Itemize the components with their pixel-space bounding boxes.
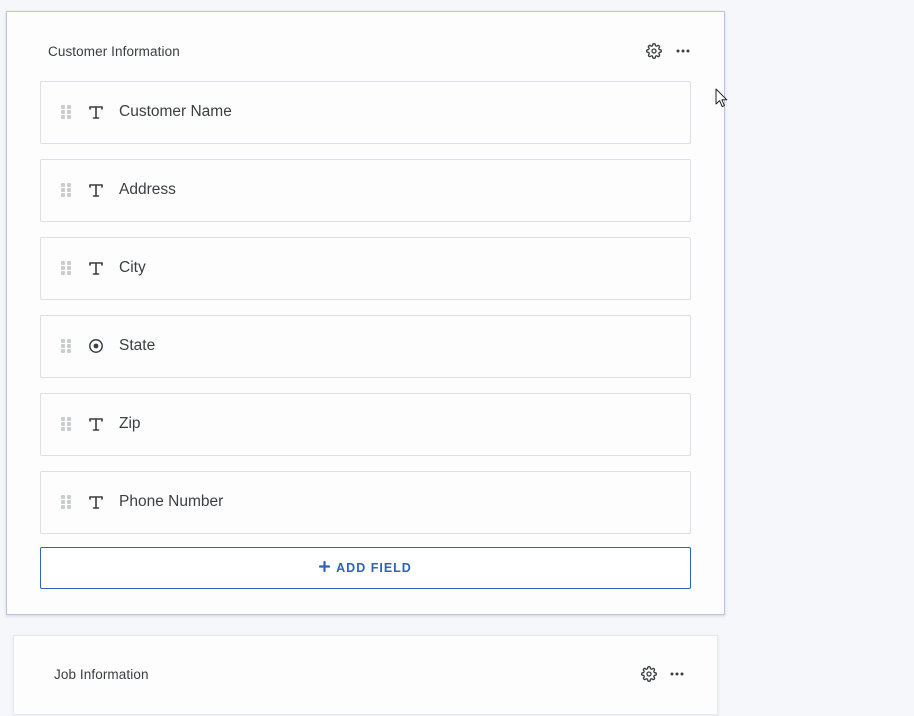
- more-horizontal-icon[interactable]: [673, 41, 693, 61]
- drag-handle-icon[interactable]: [61, 495, 71, 509]
- field-label: Phone Number: [119, 493, 224, 510]
- gear-icon[interactable]: [644, 41, 664, 61]
- add-field-label: ADD FIELD: [336, 561, 412, 575]
- text-type-icon: [87, 493, 105, 511]
- more-horizontal-icon[interactable]: [667, 664, 687, 684]
- drag-handle-icon[interactable]: [61, 339, 71, 353]
- field-label: City: [119, 259, 146, 276]
- section-card-job-information[interactable]: Job Information: [13, 635, 718, 715]
- field-label: State: [119, 337, 156, 354]
- field-label: Zip: [119, 415, 141, 432]
- section-card-customer-information[interactable]: Customer Information Customer Name Addre…: [6, 11, 725, 615]
- text-type-icon: [87, 259, 105, 277]
- add-field-button[interactable]: ADD FIELD: [40, 547, 691, 589]
- section-header: Job Information: [14, 636, 717, 716]
- field-row-city[interactable]: City: [40, 237, 691, 300]
- field-row-customer-name[interactable]: Customer Name: [40, 81, 691, 144]
- section-title: Customer Information: [48, 44, 180, 59]
- field-row-address[interactable]: Address: [40, 159, 691, 222]
- section-header: Customer Information: [7, 12, 724, 92]
- text-type-icon: [87, 181, 105, 199]
- field-row-zip[interactable]: Zip: [40, 393, 691, 456]
- drag-handle-icon[interactable]: [61, 183, 71, 197]
- radio-type-icon: [87, 337, 105, 355]
- mouse-cursor-icon: [715, 88, 729, 108]
- text-type-icon: [87, 415, 105, 433]
- section-title: Job Information: [54, 667, 149, 682]
- field-row-phone-number[interactable]: Phone Number: [40, 471, 691, 534]
- drag-handle-icon[interactable]: [61, 105, 71, 119]
- gear-icon[interactable]: [639, 664, 659, 684]
- field-list: Customer Name Address City State Zip Pho…: [40, 81, 691, 549]
- text-type-icon: [87, 103, 105, 121]
- drag-handle-icon[interactable]: [61, 261, 71, 275]
- field-label: Address: [119, 181, 176, 198]
- plus-icon: [319, 559, 331, 577]
- drag-handle-icon[interactable]: [61, 417, 71, 431]
- field-row-state[interactable]: State: [40, 315, 691, 378]
- field-label: Customer Name: [119, 103, 232, 120]
